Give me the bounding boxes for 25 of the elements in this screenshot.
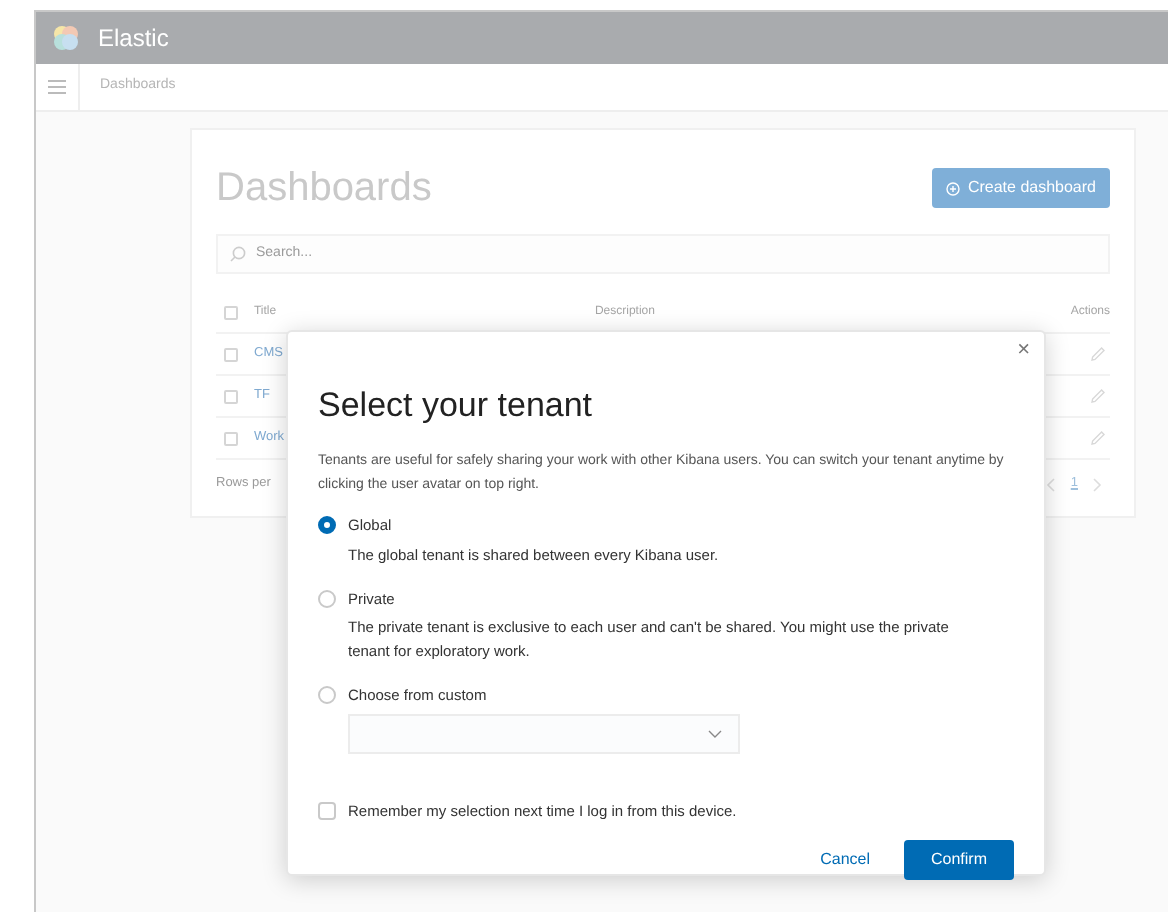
pencil-icon[interactable] xyxy=(1090,346,1106,362)
plus-circle-icon xyxy=(945,181,960,195)
previous-page-icon[interactable] xyxy=(1046,477,1057,491)
pencil-icon[interactable] xyxy=(1090,430,1106,446)
checkbox[interactable] xyxy=(224,306,238,320)
checkbox[interactable] xyxy=(224,431,238,445)
chevron-down-icon xyxy=(708,730,722,738)
create-dashboard-button[interactable]: Create dashboard xyxy=(931,168,1110,208)
logo-icon xyxy=(52,24,80,52)
checkbox[interactable] xyxy=(318,802,336,821)
menu-icon[interactable] xyxy=(48,80,66,94)
checkbox[interactable] xyxy=(224,347,238,361)
next-page-icon[interactable] xyxy=(1092,477,1102,491)
pencil-icon[interactable] xyxy=(1090,388,1106,404)
radio-button[interactable] xyxy=(318,516,336,535)
tenant-select[interactable] xyxy=(348,714,740,754)
radio-button[interactable] xyxy=(318,685,336,704)
cancel-button[interactable]: Cancel xyxy=(808,840,882,881)
radio-button[interactable] xyxy=(318,589,336,608)
search-icon xyxy=(230,246,246,262)
checkbox[interactable] xyxy=(224,389,238,403)
confirm-button[interactable]: Confirm xyxy=(904,840,1014,881)
close-button[interactable]: × xyxy=(1017,340,1030,362)
app-title: Elastic xyxy=(98,22,169,56)
dialog-title: Select your tenant xyxy=(318,384,595,427)
